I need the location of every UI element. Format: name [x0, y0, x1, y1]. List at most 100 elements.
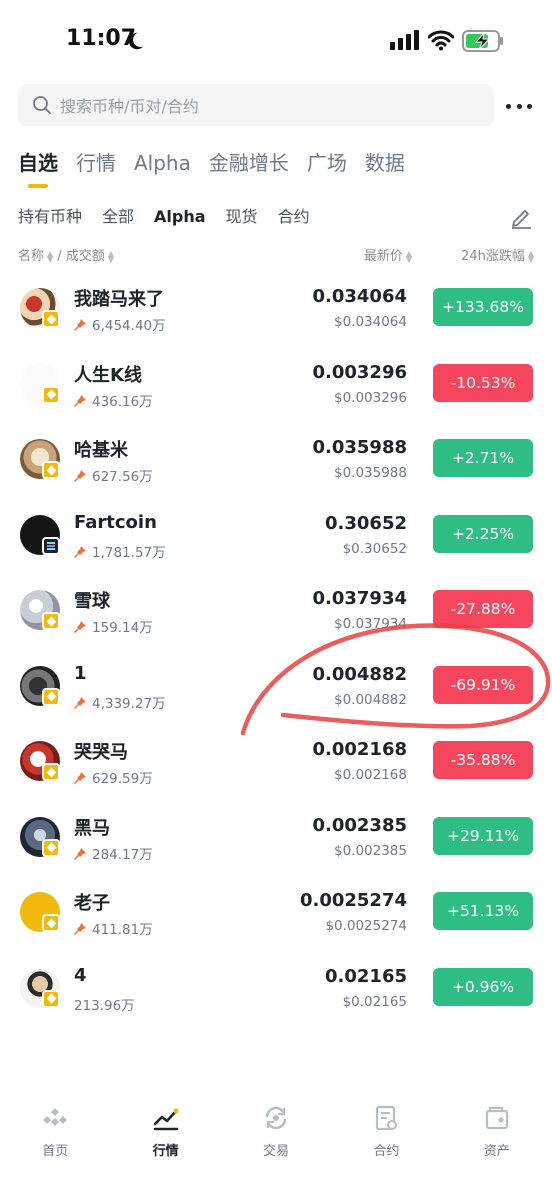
price-usd: $0.004882	[333, 691, 407, 708]
subtab-alpha[interactable]: Alpha	[154, 206, 206, 228]
bnb-chain-icon	[42, 310, 60, 328]
nav-trade[interactable]: 交易	[221, 1096, 331, 1200]
coin-name: 老子	[74, 893, 110, 914]
bnb-chain-icon	[42, 385, 60, 404]
nav-label: 首页	[42, 1144, 69, 1159]
volume-text: 4,339.27万	[92, 695, 166, 712]
nav-home[interactable]: 首页	[0, 1096, 110, 1200]
tab-square[interactable]: 广场	[307, 150, 347, 190]
more-options-icon[interactable]	[506, 94, 532, 118]
change-badge[interactable]: +0.96%	[433, 967, 533, 1006]
nav-futures[interactable]: 合约	[331, 1096, 441, 1200]
coin-row[interactable]: 人生K线 436.16万 0.003296 $0.003296 -10.53%	[0, 344, 552, 420]
coin-row[interactable]: 雪球 159.14万 0.037934 $0.037934 -27.88%	[0, 570, 552, 646]
last-price: 0.004882	[312, 663, 407, 685]
volume-text: 1,781.57万	[92, 544, 166, 561]
tab-finance-growth[interactable]: 金融增长	[209, 150, 289, 190]
volume-text: 159.14万	[92, 620, 153, 636]
futures-icon	[376, 1105, 398, 1131]
price-usd: $0.037934	[333, 616, 407, 632]
coin-name: Fartcoin	[74, 511, 157, 533]
change-header-label: 24h涨跌幅	[461, 249, 525, 264]
price-header[interactable]: 最新价 ▲ ▼	[364, 245, 412, 264]
coin-name: 人生K线	[74, 364, 142, 386]
change-header[interactable]: 24h涨跌幅 ▲ ▼	[461, 245, 534, 264]
price-usd: $0.002385	[333, 842, 407, 859]
coin-name: 哭哭马	[74, 742, 128, 763]
nav-assets[interactable]: 资产	[442, 1096, 552, 1200]
coin-row[interactable]: 黑马 284.17万 0.002385 $0.002385 +29.11%	[0, 797, 552, 873]
coin-row[interactable]: 4 213.96万 0.02165 $0.02165 +0.96%	[0, 948, 552, 1024]
change-badge[interactable]: -69.91%	[433, 665, 533, 704]
coin-volume: 411.81万	[74, 918, 153, 938]
coin-name: 黑马	[74, 817, 110, 839]
name-volume-header[interactable]: 名称 ▲ ▼ / 成交额 ▲ ▼	[18, 245, 114, 264]
pin-icon	[74, 772, 86, 784]
price-usd: $0.003296	[333, 389, 407, 406]
subtab-futures[interactable]: 合约	[278, 206, 310, 228]
last-price: 0.003296	[312, 361, 407, 383]
change-badge[interactable]: +29.11%	[433, 816, 533, 855]
volume-text: 627.56万	[92, 469, 153, 485]
price-usd: $0.034064	[333, 314, 407, 330]
nav-label: 交易	[262, 1144, 289, 1159]
last-price: 0.30652	[325, 512, 407, 534]
pin-icon	[74, 847, 86, 860]
volume-text: 436.16万	[92, 393, 153, 410]
status-bar: 11:07	[0, 0, 552, 80]
sort-icon: ▲ ▼	[405, 248, 412, 264]
pin-icon	[74, 470, 86, 482]
change-badge[interactable]: +51.13%	[433, 892, 533, 930]
pin-icon	[74, 319, 86, 331]
pin-icon	[74, 621, 86, 633]
tab-alpha[interactable]: Alpha	[134, 150, 191, 190]
subtab-spot[interactable]: 现货	[226, 206, 258, 228]
bnb-chain-icon	[42, 763, 60, 781]
tab-data[interactable]: 数据	[365, 150, 405, 190]
main-tabs: 自选 行情 Alpha 金融增长 广场 数据	[18, 150, 423, 190]
sub-tabs: 持有币种 全部 Alpha 现货 合约	[18, 206, 330, 228]
volume-text: 284.17万	[92, 846, 153, 863]
change-badge[interactable]: +2.25%	[433, 514, 533, 553]
coin-name: 1	[74, 662, 87, 684]
home-icon	[43, 1108, 68, 1126]
change-badge[interactable]: -27.88%	[433, 590, 533, 628]
coin-row[interactable]: 哭哭马 629.59万 0.002168 $0.002168 -35.88%	[0, 721, 552, 797]
subtab-holdings[interactable]: 持有币种	[18, 206, 82, 228]
coin-volume: 436.16万	[74, 390, 153, 410]
coin-volume: 4,339.27万	[74, 692, 166, 712]
change-badge[interactable]: -10.53%	[433, 363, 533, 402]
pin-icon	[74, 545, 86, 558]
name-header-label: 名称	[18, 249, 45, 264]
nav-markets[interactable]: 行情	[110, 1096, 220, 1200]
solana-chain-icon	[42, 536, 60, 555]
coin-row[interactable]: 我踏马来了 6,454.40万 0.034064 $0.034064 +133.…	[0, 268, 552, 344]
change-badge[interactable]: +2.71%	[433, 439, 533, 477]
coin-name: 哈基米	[74, 440, 128, 461]
search-input[interactable]: 搜索币种/币对/合约	[18, 84, 494, 126]
last-price: 0.035988	[312, 437, 407, 458]
tab-favorites[interactable]: 自选	[18, 150, 58, 190]
change-badge[interactable]: -35.88%	[433, 741, 533, 779]
coin-row[interactable]: Fartcoin 1,781.57万 0.30652 $0.30652 +2.2…	[0, 495, 552, 571]
coin-row[interactable]: 哈基米 627.56万 0.035988 $0.035988 +2.71%	[0, 419, 552, 495]
search-placeholder: 搜索币种/币对/合约	[60, 97, 199, 116]
bnb-chain-icon	[42, 838, 60, 857]
tab-markets[interactable]: 行情	[76, 150, 116, 190]
trade-icon	[265, 1106, 287, 1130]
coin-row[interactable]: 1 4,339.27万 0.004882 $0.004882 -69.91%	[0, 646, 552, 722]
bnb-chain-icon	[42, 687, 60, 706]
column-headers: 名称 ▲ ▼ / 成交额 ▲ ▼ 最新价 ▲ ▼ 24h涨跌幅 ▲ ▼	[0, 242, 552, 266]
coin-volume: 629.59万	[74, 767, 153, 787]
volume-text: 629.59万	[92, 771, 153, 787]
change-badge[interactable]: +133.68%	[433, 288, 533, 326]
header-separator: /	[53, 249, 66, 264]
last-price: 0.02165	[325, 965, 407, 987]
volume-text: 411.81万	[92, 922, 153, 938]
edit-icon[interactable]	[508, 204, 534, 230]
coin-row[interactable]: 老子 411.81万 0.0025274 $0.0025274 +51.13%	[0, 872, 552, 948]
coin-volume: 284.17万	[74, 843, 153, 863]
wifi-icon	[428, 30, 454, 51]
nav-label: 行情	[152, 1144, 179, 1159]
subtab-all[interactable]: 全部	[102, 206, 134, 228]
